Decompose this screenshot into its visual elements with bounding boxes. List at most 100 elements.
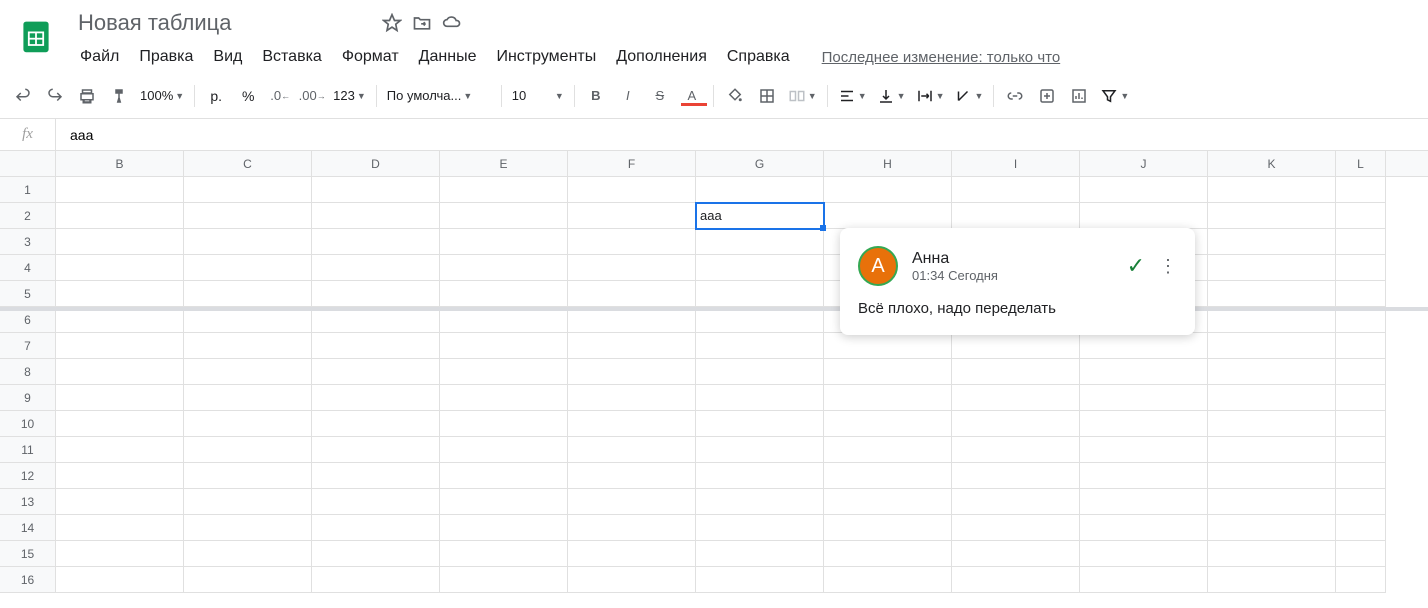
- cell[interactable]: [1336, 177, 1386, 203]
- cell[interactable]: [1336, 333, 1386, 359]
- sheets-logo[interactable]: [16, 16, 56, 56]
- formula-input[interactable]: [56, 127, 1428, 143]
- move-folder-icon[interactable]: [412, 13, 432, 33]
- cell[interactable]: [1336, 489, 1386, 515]
- cell[interactable]: [952, 203, 1080, 229]
- cell[interactable]: [824, 515, 952, 541]
- filter-dropdown[interactable]: ▼: [1096, 81, 1133, 111]
- cell[interactable]: [1208, 567, 1336, 593]
- cell[interactable]: [56, 255, 184, 281]
- redo-icon[interactable]: [40, 81, 70, 111]
- cell[interactable]: [952, 567, 1080, 593]
- cell[interactable]: [440, 567, 568, 593]
- cell[interactable]: [1336, 203, 1386, 229]
- row-header[interactable]: 15: [0, 541, 56, 567]
- cell[interactable]: [440, 203, 568, 229]
- wrap-dropdown[interactable]: ▼: [912, 81, 949, 111]
- cell[interactable]: [824, 359, 952, 385]
- increase-decimal-icon[interactable]: .00→: [297, 81, 327, 111]
- cell[interactable]: [696, 333, 824, 359]
- cell[interactable]: [56, 203, 184, 229]
- menu-help[interactable]: Справка: [719, 44, 798, 70]
- cell[interactable]: [1080, 541, 1208, 567]
- cell[interactable]: [440, 177, 568, 203]
- col-header[interactable]: E: [440, 151, 568, 176]
- cell[interactable]: [952, 515, 1080, 541]
- halign-dropdown[interactable]: ▼: [834, 81, 871, 111]
- row-header[interactable]: 9: [0, 385, 56, 411]
- borders-icon[interactable]: [752, 81, 782, 111]
- col-header[interactable]: I: [952, 151, 1080, 176]
- star-icon[interactable]: [382, 13, 402, 33]
- cell[interactable]: [440, 515, 568, 541]
- cell[interactable]: [1336, 385, 1386, 411]
- cell[interactable]: [1208, 411, 1336, 437]
- cell[interactable]: [952, 359, 1080, 385]
- row-header[interactable]: 3: [0, 229, 56, 255]
- cell[interactable]: [696, 229, 824, 255]
- cell[interactable]: [184, 567, 312, 593]
- cell[interactable]: [824, 203, 952, 229]
- cell[interactable]: [312, 229, 440, 255]
- cell[interactable]: [1080, 437, 1208, 463]
- bold-icon[interactable]: B: [581, 81, 611, 111]
- row-header[interactable]: 14: [0, 515, 56, 541]
- cell[interactable]: [824, 385, 952, 411]
- cell[interactable]: [56, 489, 184, 515]
- col-header[interactable]: K: [1208, 151, 1336, 176]
- cell[interactable]: [312, 541, 440, 567]
- cell[interactable]: [312, 489, 440, 515]
- cell[interactable]: [696, 411, 824, 437]
- row-header[interactable]: 11: [0, 437, 56, 463]
- cell[interactable]: [184, 541, 312, 567]
- select-all-corner[interactable]: [0, 151, 56, 176]
- cell[interactable]: [1336, 255, 1386, 281]
- cell[interactable]: [824, 463, 952, 489]
- menu-file[interactable]: Файл: [72, 44, 127, 70]
- cell[interactable]: [184, 177, 312, 203]
- row-header[interactable]: 13: [0, 489, 56, 515]
- cell[interactable]: [952, 463, 1080, 489]
- cell[interactable]: [824, 177, 952, 203]
- cell[interactable]: [312, 437, 440, 463]
- cell[interactable]: [824, 437, 952, 463]
- cell[interactable]: [1208, 177, 1336, 203]
- cell[interactable]: [312, 463, 440, 489]
- cell[interactable]: [312, 333, 440, 359]
- cell[interactable]: [696, 515, 824, 541]
- cell[interactable]: [312, 385, 440, 411]
- cell[interactable]: [312, 567, 440, 593]
- cell[interactable]: [440, 333, 568, 359]
- cell[interactable]: [312, 255, 440, 281]
- fill-color-icon[interactable]: [720, 81, 750, 111]
- cell[interactable]: [1336, 359, 1386, 385]
- cell[interactable]: [312, 281, 440, 307]
- cell[interactable]: [1080, 411, 1208, 437]
- cell[interactable]: [952, 411, 1080, 437]
- zoom-dropdown[interactable]: 100%▼: [136, 81, 188, 111]
- cell[interactable]: [952, 541, 1080, 567]
- cell[interactable]: [56, 567, 184, 593]
- cloud-icon[interactable]: [442, 13, 462, 33]
- cell[interactable]: [440, 359, 568, 385]
- cell[interactable]: ааа: [696, 203, 824, 229]
- number-format-dropdown[interactable]: 123▼: [329, 81, 370, 111]
- font-dropdown[interactable]: По умолча...▼: [383, 81, 495, 111]
- cell[interactable]: [952, 177, 1080, 203]
- italic-icon[interactable]: I: [613, 81, 643, 111]
- cell[interactable]: [952, 385, 1080, 411]
- cell[interactable]: [824, 333, 952, 359]
- cell[interactable]: [440, 463, 568, 489]
- cell[interactable]: [824, 489, 952, 515]
- cell[interactable]: [696, 541, 824, 567]
- cell[interactable]: [1080, 203, 1208, 229]
- currency-button[interactable]: р.: [201, 81, 231, 111]
- cell[interactable]: [568, 567, 696, 593]
- cell[interactable]: [952, 333, 1080, 359]
- cell[interactable]: [56, 229, 184, 255]
- cell[interactable]: [440, 281, 568, 307]
- print-icon[interactable]: [72, 81, 102, 111]
- cell[interactable]: [1080, 385, 1208, 411]
- row-header[interactable]: 1: [0, 177, 56, 203]
- menu-data[interactable]: Данные: [411, 44, 485, 70]
